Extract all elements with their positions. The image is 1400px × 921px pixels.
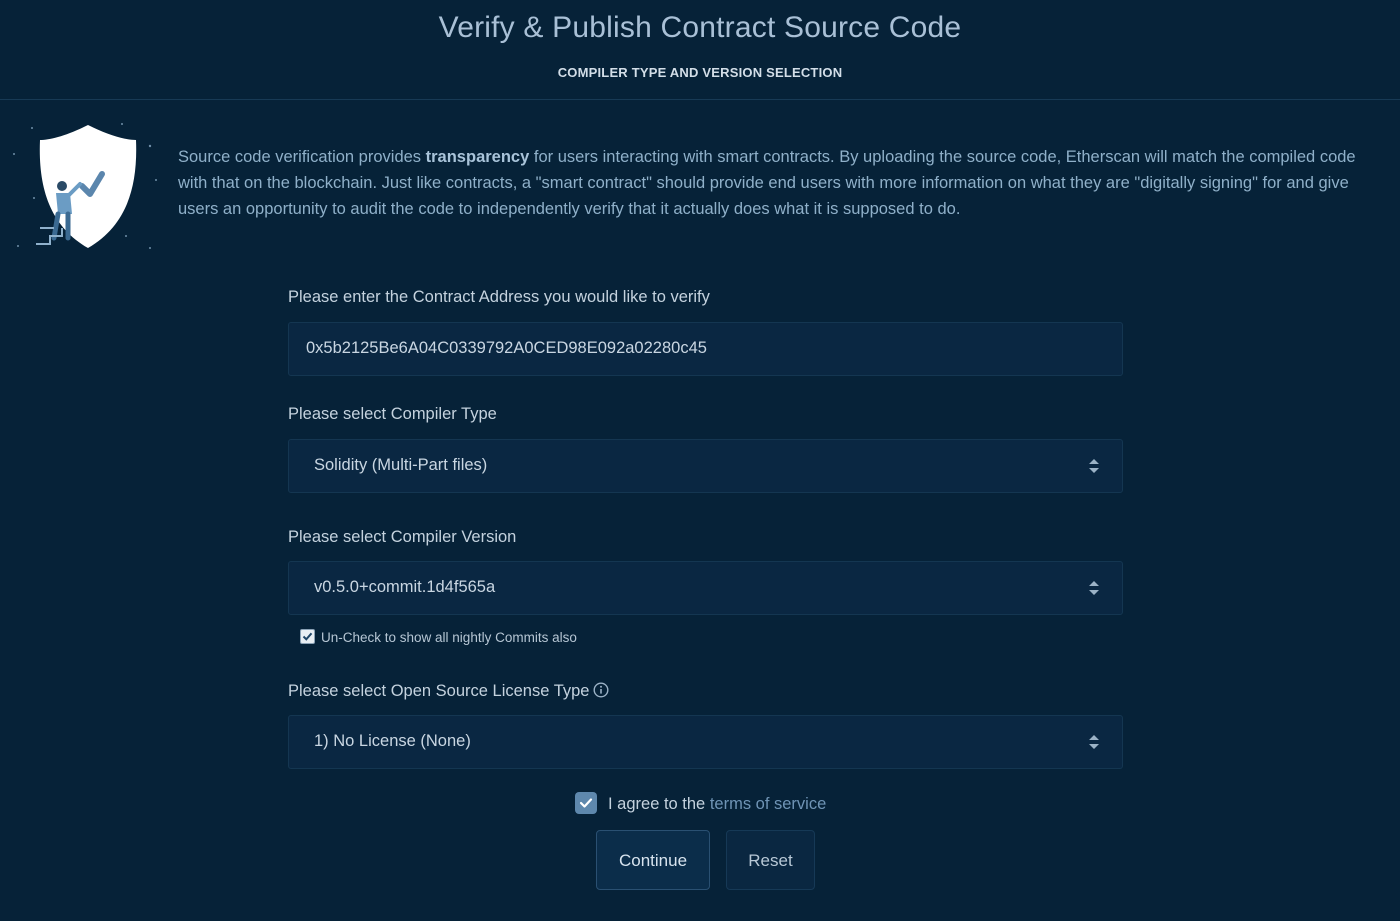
select-arrows-icon — [1089, 735, 1099, 749]
terms-of-service-link[interactable]: terms of service — [710, 795, 826, 813]
address-label: Please enter the Contract Address you wo… — [288, 288, 710, 306]
shield-check-icon — [13, 123, 157, 249]
select-arrows-icon — [1089, 459, 1099, 473]
nightly-commits-checkbox[interactable] — [300, 629, 315, 644]
license-label: Please select Open Source License Type — [288, 682, 609, 701]
check-icon — [579, 798, 593, 808]
page-subtitle: COMPILER TYPE AND VERSION SELECTION — [557, 65, 843, 80]
continue-button[interactable]: Continue — [596, 830, 710, 890]
compiler-version-value: v0.5.0+commit.1d4f565a — [314, 578, 496, 596]
compiler-type-select[interactable]: Solidity (Multi-Part files) — [288, 439, 1123, 493]
intro-emphasis: transparency — [425, 148, 530, 166]
page-title: Verify & Publish Contract Source Code — [438, 11, 962, 44]
info-icon[interactable] — [593, 682, 609, 698]
compiler-type-label: Please select Compiler Type — [288, 405, 497, 423]
license-type-value: 1) No License (None) — [314, 732, 471, 750]
page-header: Verify & Publish Contract Source Code CO… — [0, 0, 1400, 100]
contract-address-input[interactable]: 0x5b2125Be6A04C0339792A0CED98E092a02280c… — [288, 322, 1123, 376]
select-arrows-icon — [1089, 581, 1099, 595]
intro-description: Source code verification provides transp… — [178, 148, 1356, 218]
reset-button[interactable]: Reset — [726, 830, 815, 890]
compiler-type-value: Solidity (Multi-Part files) — [314, 456, 488, 474]
check-icon — [302, 632, 313, 641]
terms-checkbox[interactable] — [575, 792, 597, 814]
compiler-version-select[interactable]: v0.5.0+commit.1d4f565a — [288, 561, 1123, 615]
nightly-commits-label: Un-Check to show all nightly Commits als… — [321, 630, 577, 645]
license-type-select[interactable]: 1) No License (None) — [288, 715, 1123, 769]
intro-section: Source code verification provides transp… — [0, 100, 1400, 260]
terms-text: I agree to the terms of service — [608, 795, 827, 813]
compiler-version-label: Please select Compiler Version — [288, 528, 517, 546]
contract-address-value: 0x5b2125Be6A04C0339792A0CED98E092a02280c… — [306, 339, 707, 357]
